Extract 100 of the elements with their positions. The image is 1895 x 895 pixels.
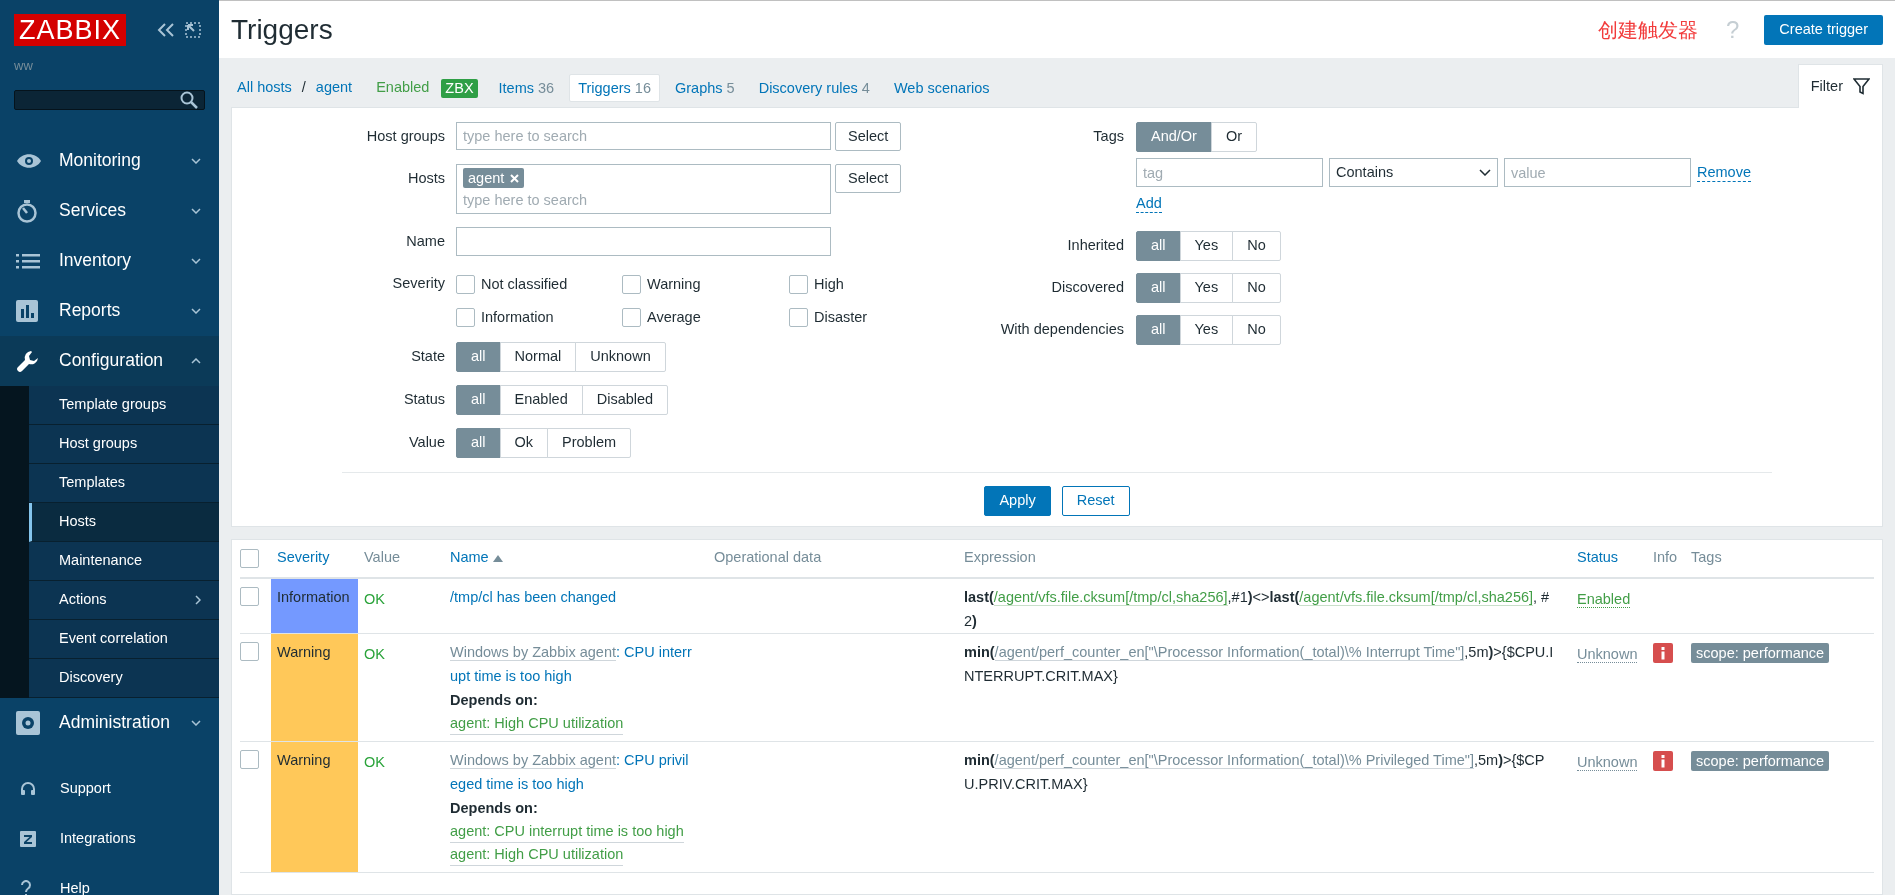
- column-header: Info: [1653, 548, 1678, 568]
- sort-up-icon: [492, 554, 503, 562]
- segment-button[interactable]: Enabled: [499, 384, 583, 415]
- checkbox[interactable]: [240, 586, 259, 606]
- menu-item[interactable]: Configuration: [0, 335, 219, 386]
- column-header[interactable]: Status: [1577, 547, 1619, 569]
- host-tab[interactable]: Discovery rules 4: [749, 74, 879, 102]
- menu-item[interactable]: Administration: [0, 697, 219, 748]
- checkbox[interactable]: [622, 275, 641, 295]
- segment-button[interactable]: Ok: [499, 427, 549, 458]
- segment-button[interactable]: And/Or: [1136, 122, 1212, 152]
- segment-button[interactable]: all: [1136, 315, 1181, 345]
- segment-button[interactable]: all: [456, 427, 501, 458]
- multiselect-field[interactable]: agent type here to search: [456, 164, 831, 214]
- error-icon[interactable]: [1653, 750, 1673, 771]
- item-link[interactable]: /agent/vfs.file.cksum[/tmp/cl,sha256]: [1299, 588, 1534, 606]
- host-chip[interactable]: agent: [463, 168, 525, 188]
- menu-item[interactable]: Inventory: [0, 235, 219, 286]
- footer-link[interactable]: Help: [0, 863, 219, 895]
- submenu-item[interactable]: Template groups: [29, 385, 219, 425]
- checkbox-label: Information: [481, 307, 554, 327]
- checkbox[interactable]: [789, 275, 808, 295]
- menu-item[interactable]: Monitoring: [0, 135, 219, 186]
- host-tab[interactable]: Graphs 5: [666, 74, 744, 102]
- gear-icon: [16, 710, 40, 735]
- select-button[interactable]: Select: [835, 122, 902, 151]
- create-trigger-button[interactable]: Create trigger: [1764, 14, 1883, 45]
- add-link[interactable]: Add: [1136, 195, 1162, 213]
- name-field[interactable]: [456, 227, 831, 256]
- checkbox-label: Warning: [647, 275, 701, 294]
- segment-button[interactable]: Yes: [1179, 315, 1234, 345]
- segment-button[interactable]: Yes: [1179, 273, 1234, 303]
- submenu-item[interactable]: Maintenance: [29, 541, 219, 581]
- trigger-name[interactable]: Windows by Zabbix agent: CPU privileged time is too high: [450, 747, 694, 796]
- segment-button[interactable]: all: [1136, 273, 1181, 303]
- segment-button[interactable]: No: [1232, 273, 1281, 303]
- segment-button[interactable]: all: [456, 341, 501, 372]
- filter-tab[interactable]: Filter: [1797, 64, 1883, 108]
- segment-button[interactable]: No: [1232, 315, 1281, 345]
- segment-button[interactable]: Unknown: [575, 341, 666, 372]
- footer-link[interactable]: Support: [0, 763, 219, 814]
- status-link[interactable]: Enabled: [1577, 590, 1631, 608]
- zbx-badge: ZBX: [441, 78, 478, 98]
- segment-button[interactable]: Normal: [499, 341, 577, 372]
- host-tab[interactable]: Items 36: [489, 74, 564, 102]
- checkbox[interactable]: [789, 308, 808, 328]
- segment-button[interactable]: Or: [1210, 122, 1258, 152]
- menu-item[interactable]: Reports: [0, 285, 219, 336]
- tag-field[interactable]: tag: [1136, 158, 1323, 187]
- select-button[interactable]: Select: [835, 164, 902, 193]
- column-header[interactable]: Severity: [277, 547, 330, 569]
- trigger-name[interactable]: /tmp/cl has been changed: [450, 584, 694, 609]
- expand-icon[interactable]: [185, 22, 201, 38]
- submenu-item[interactable]: Templates: [29, 463, 219, 503]
- checkbox[interactable]: [240, 749, 259, 769]
- dependency-link[interactable]: agent: CPU interrupt time is too high: [450, 819, 684, 843]
- item-link[interactable]: /agent/perf_counter_en["\Processor Information(_total)\% Interrupt Time"]: [994, 643, 1465, 661]
- depends-label: Depends on:: [450, 690, 539, 710]
- dependency-link[interactable]: agent: High CPU utilization: [450, 711, 624, 735]
- segment-button[interactable]: Yes: [1179, 231, 1234, 261]
- item-link[interactable]: /agent/vfs.file.cksum[/tmp/cl,sha256]: [993, 588, 1228, 606]
- search-icon: [180, 90, 198, 109]
- submenu-item[interactable]: Host groups: [29, 424, 219, 464]
- apply-button[interactable]: Apply: [984, 485, 1051, 516]
- status-link[interactable]: Unknown: [1577, 645, 1638, 663]
- search-field[interactable]: [14, 89, 205, 110]
- submenu-item[interactable]: Hosts: [29, 502, 219, 542]
- host-tab[interactable]: Web scenarios: [884, 74, 999, 102]
- segment-button[interactable]: Problem: [547, 427, 632, 458]
- dependency-link[interactable]: agent: High CPU utilization: [450, 842, 624, 866]
- checkbox[interactable]: [456, 308, 475, 328]
- checkbox-label: Average: [647, 307, 701, 327]
- checkbox[interactable]: [456, 275, 475, 295]
- submenu-item[interactable]: Actions: [29, 580, 219, 620]
- segment-button[interactable]: all: [456, 384, 501, 415]
- segment-button[interactable]: No: [1232, 231, 1281, 261]
- trigger-name[interactable]: Windows by Zabbix agent: CPU interrupt time is too high: [450, 639, 694, 688]
- column-header[interactable]: Name: [450, 547, 503, 569]
- value-field[interactable]: value: [1504, 158, 1691, 187]
- remove-link[interactable]: Remove: [1697, 163, 1751, 182]
- breadcrumb-link[interactable]: agent: [315, 77, 353, 99]
- remove-icon[interactable]: [510, 173, 520, 183]
- menu-item[interactable]: Services: [0, 185, 219, 236]
- collapse-icon[interactable]: [157, 22, 175, 38]
- submenu-item[interactable]: Discovery: [29, 658, 219, 698]
- item-link[interactable]: /agent/perf_counter_en["\Processor Information(_total)\% Privileged Time"]: [994, 751, 1474, 769]
- footer-link[interactable]: Integrations: [0, 813, 219, 864]
- breadcrumb-link[interactable]: All hosts: [237, 77, 292, 99]
- error-icon[interactable]: [1653, 642, 1673, 663]
- status-link[interactable]: Unknown: [1577, 753, 1638, 771]
- reset-button[interactable]: Reset: [1061, 485, 1130, 516]
- checkbox[interactable]: [240, 641, 259, 661]
- host-tab[interactable]: Triggers 16: [569, 74, 660, 102]
- checkbox[interactable]: [240, 548, 259, 568]
- operator-dropdown[interactable]: Contains: [1329, 158, 1498, 187]
- submenu-item[interactable]: Event correlation: [29, 619, 219, 659]
- filter-label: Host groups: [365, 127, 445, 146]
- segment-button[interactable]: Disabled: [581, 384, 669, 415]
- segment-button[interactable]: all: [1136, 231, 1181, 261]
- checkbox[interactable]: [622, 308, 641, 328]
